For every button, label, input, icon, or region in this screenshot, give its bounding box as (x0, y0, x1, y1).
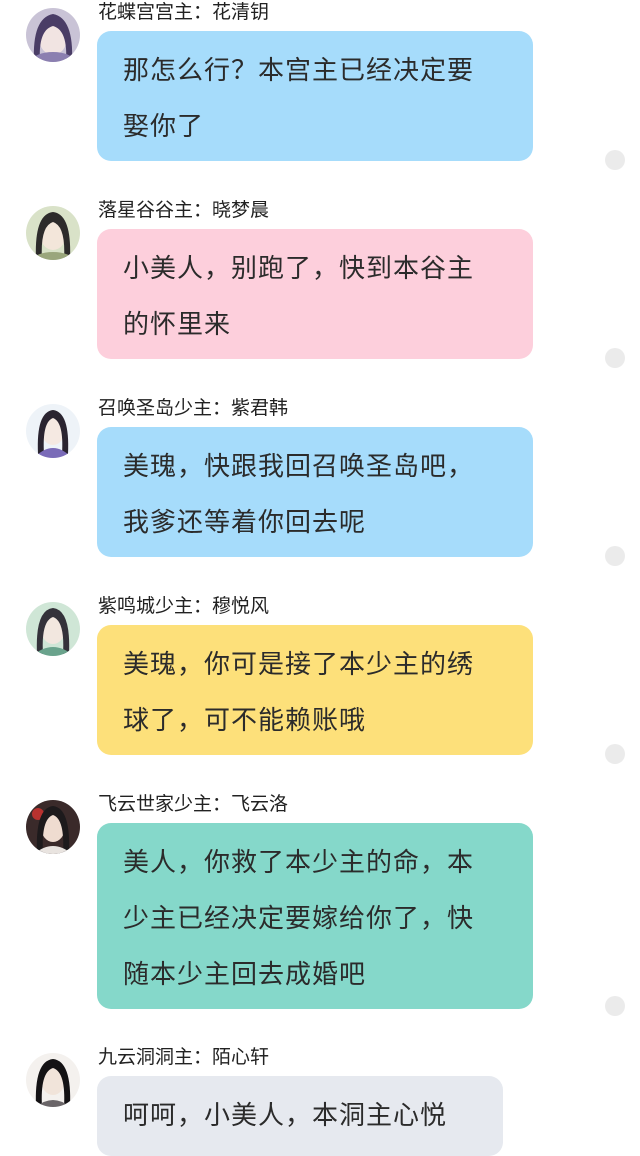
sender-name: 花蝶宫宫主：花清钥 (98, 1, 270, 23)
message-bubble[interactable]: 呵呵，小美人，本洞主心悦 (97, 1076, 503, 1156)
message-bubble[interactable]: 美瑰，快跟我回召唤圣岛吧， 我爹还等着你回去呢 (97, 427, 533, 557)
message-text-line: 小美人，别跑了，快到本谷主 (123, 254, 475, 284)
status-dot (605, 546, 625, 566)
message-text-line: 我爹还等着你回去呢 (123, 508, 367, 538)
message-text-line: 美瑰，快跟我回召唤圣岛吧， (123, 452, 475, 482)
message-text-line: 美瑰，你可是接了本少主的绣 (123, 650, 475, 680)
message-bubble[interactable]: 小美人，别跑了，快到本谷主 的怀里来 (97, 229, 533, 359)
status-dot (605, 744, 625, 764)
message-text-line: 那怎么行？本宫主已经决定要 (123, 56, 475, 86)
sender-name: 九云洞洞主：陌心轩 (98, 1046, 270, 1068)
sender-name: 飞云世家少主：飞云洛 (98, 793, 289, 815)
message-text-line: 随本少主回去成婚吧 (123, 960, 367, 990)
status-dot (605, 348, 625, 368)
message-text-line: 美人，你救了本少主的命，本 (123, 848, 475, 878)
sender-name: 落星谷谷主：晓梦晨 (98, 199, 270, 221)
message-bubble[interactable]: 美人，你救了本少主的命，本 少主已经决定要嫁给你了，快 随本少主回去成婚吧 (97, 823, 533, 1009)
avatar[interactable] (26, 800, 80, 854)
avatar[interactable] (26, 8, 80, 62)
message-text-line: 少主已经决定要嫁给你了，快 (123, 904, 475, 934)
avatar[interactable] (26, 404, 80, 458)
message-text-line: 呵呵，小美人，本洞主心悦 (123, 1101, 448, 1131)
avatar[interactable] (26, 206, 80, 260)
message-bubble[interactable]: 美瑰，你可是接了本少主的绣 球了，可不能赖账哦 (97, 625, 533, 755)
sender-name: 紫鸣城少主：穆悦风 (98, 595, 270, 617)
status-dot (605, 150, 625, 170)
avatar[interactable] (26, 1053, 80, 1107)
sender-name: 召唤圣岛少主：紫君韩 (98, 397, 289, 419)
avatar[interactable] (26, 602, 80, 656)
message-bubble[interactable]: 那怎么行？本宫主已经决定要 娶你了 (97, 31, 533, 161)
message-text-line: 的怀里来 (123, 310, 232, 340)
message-text-line: 娶你了 (123, 112, 205, 142)
status-dot (605, 996, 625, 1016)
message-text-line: 球了，可不能赖账哦 (123, 706, 367, 736)
